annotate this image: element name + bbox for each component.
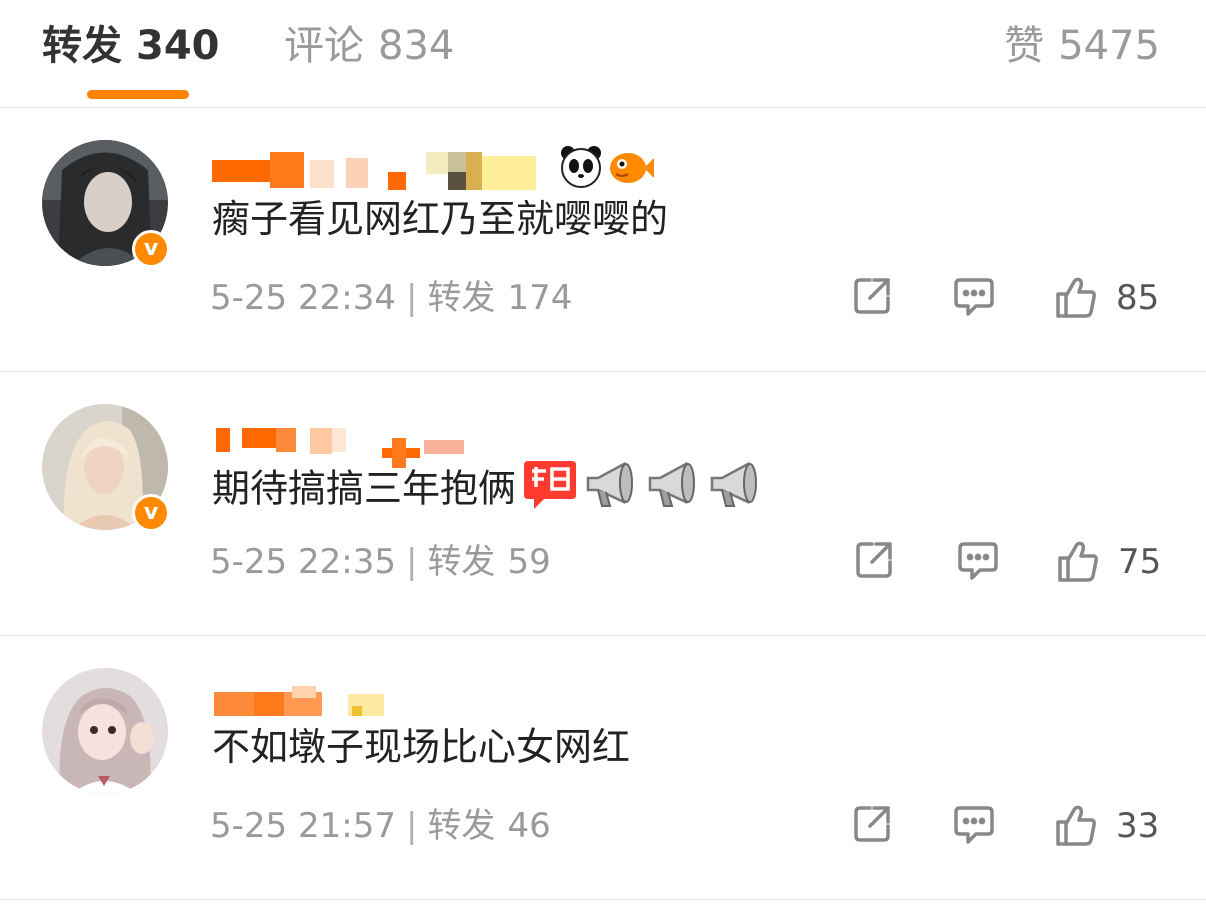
tab-comment-label: 评论 (284, 23, 364, 69)
like-count: 85 (1116, 278, 1160, 318)
like-button[interactable]: 85 (1054, 274, 1162, 324)
comment-text: 瘸子看见网红乃至就嘤嘤的 (212, 197, 669, 241)
comment-time: 5-25 22:34 (210, 278, 396, 318)
avatar[interactable]: v (42, 404, 170, 532)
meta-separator: | (405, 806, 418, 846)
tab-like-count: 5475 (1058, 23, 1160, 69)
comment-button[interactable] (952, 274, 996, 324)
comment-item: v 期待搞搞三年抱俩 5-25 22:35 | 转发 59 75 (0, 372, 1206, 636)
tab-comment-count: 834 (378, 23, 455, 69)
avatar[interactable] (42, 668, 168, 794)
repost-label: 转发 (427, 542, 496, 582)
comment-item: v 瘸子看见网红乃至就嘤嘤的 5-25 22:34 | 转发 174 85 (0, 108, 1206, 372)
comment-text: 不如墩子现场比心女网红 (212, 725, 631, 769)
comment-bubble-icon (956, 538, 1000, 582)
active-tab-indicator (87, 90, 189, 99)
like-button[interactable]: 75 (1056, 538, 1164, 588)
meta-separator: | (405, 278, 418, 318)
tab-bar: 转发 340 评论 834 赞 5475 (0, 0, 1206, 108)
megaphone-emoji-icon (708, 456, 764, 526)
repost-count: 174 (507, 278, 573, 318)
comment-button[interactable] (956, 538, 1000, 588)
share-icon (850, 802, 894, 846)
tab-repost-count: 340 (136, 23, 220, 69)
comment-text: 期待搞搞三年抱俩 (212, 456, 764, 526)
like-button[interactable]: 33 (1054, 802, 1162, 852)
tab-like[interactable]: 赞 5475 (1004, 20, 1160, 72)
like-count: 75 (1118, 542, 1162, 582)
geili-emoji-icon (522, 457, 578, 525)
panda-emoji-icon (558, 144, 604, 194)
tab-like-label: 赞 (1004, 23, 1045, 69)
tab-repost[interactable]: 转发 340 (42, 20, 220, 72)
megaphone-emoji-icon (584, 456, 640, 526)
comment-meta: 5-25 22:34 | 转发 174 (210, 276, 572, 320)
tab-comment[interactable]: 评论 834 (284, 20, 454, 72)
comment-item: 不如墩子现场比心女网红 5-25 21:57 | 转发 46 33 (0, 636, 1206, 900)
comment-text-content: 期待搞搞三年抱俩 (212, 466, 517, 511)
share-button[interactable] (850, 802, 894, 852)
tab-repost-label: 转发 (42, 23, 122, 69)
repost-label: 转发 (427, 806, 496, 846)
verified-badge-icon: v (132, 230, 170, 268)
like-count: 33 (1116, 806, 1160, 846)
share-icon (850, 274, 894, 318)
comment-time: 5-25 22:35 (210, 542, 396, 582)
megaphone-emoji-icon (646, 456, 702, 526)
comment-meta: 5-25 21:57 | 转发 46 (210, 804, 551, 848)
repost-count: 46 (507, 806, 551, 846)
avatar[interactable]: v (42, 140, 170, 268)
share-icon (852, 538, 896, 582)
verified-badge-icon: v (132, 494, 170, 532)
comment-meta: 5-25 22:35 | 转发 59 (210, 540, 551, 584)
repost-label: 转发 (427, 278, 496, 318)
meta-separator: | (405, 542, 418, 582)
comment-button[interactable] (952, 802, 996, 852)
share-button[interactable] (850, 274, 894, 324)
repost-count: 59 (507, 542, 551, 582)
comment-bubble-icon (952, 274, 996, 318)
fish-emoji-icon (608, 148, 654, 192)
comment-bubble-icon (952, 802, 996, 846)
share-button[interactable] (852, 538, 896, 588)
comment-time: 5-25 21:57 (210, 806, 396, 846)
